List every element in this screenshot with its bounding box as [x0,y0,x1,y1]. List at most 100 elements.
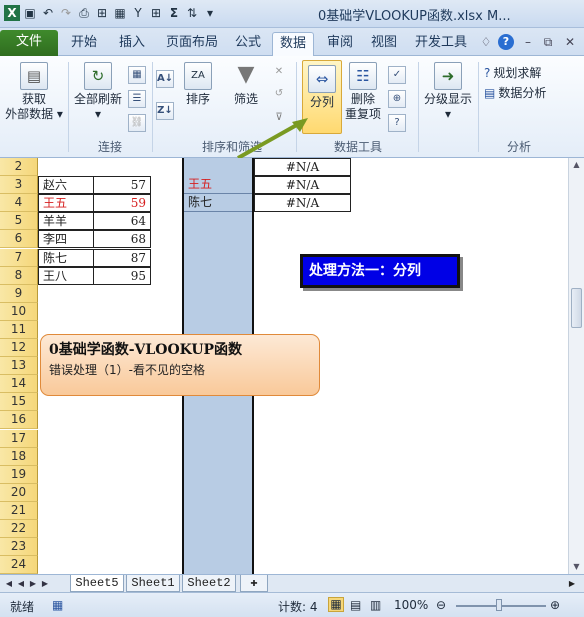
clear-filter-icon[interactable]: ✕ [270,64,288,82]
table-cell-score[interactable]: 95 [93,266,151,285]
restore-icon[interactable]: ⧉ [540,34,556,50]
first-sheet-icon[interactable]: ◀ [4,577,14,591]
data-validation-icon[interactable]: ✓ [388,66,406,84]
tab-file[interactable]: 文件 [0,30,58,56]
refresh-all-button[interactable]: ↻ 全部刷新 ▾ [70,62,126,122]
table-cell-name[interactable]: 陈七 [38,248,94,267]
row-header[interactable]: 4 [0,194,38,213]
table-cell-score[interactable]: 57 [93,176,151,195]
row-header[interactable]: 20 [0,483,38,502]
borders-icon[interactable]: ⊞ [148,5,164,21]
properties-icon[interactable]: ☰ [128,90,146,108]
row-header[interactable]: 16 [0,411,38,430]
row-header[interactable]: 3 [0,176,38,195]
get-external-data-button[interactable]: ▤ 获取 外部数据 ▾ [4,62,64,122]
tab-developer[interactable]: 开发工具 [410,32,472,56]
new-sheet-icon[interactable]: ✚ [240,575,268,592]
row-header[interactable]: 11 [0,320,38,339]
lookup-name-cell[interactable]: 王五 [184,176,252,195]
excel-icon[interactable]: X [4,5,20,21]
tab-data[interactable]: 数据 [272,32,314,56]
zoom-level[interactable]: 100% [394,598,428,612]
sort-icon[interactable]: ⇅ [184,5,200,21]
redo-icon[interactable]: ↷ [58,5,74,21]
tab-formulas[interactable]: 公式 [228,32,268,56]
reapply-icon[interactable]: ↺ [270,86,288,104]
row-header[interactable]: 24 [0,556,38,574]
scroll-up-icon[interactable]: ▲ [569,158,584,172]
customize-qa-icon[interactable]: ▾ [202,5,218,21]
filter-icon[interactable]: Y [130,5,146,21]
calendar-icon[interactable]: ▦ [112,5,128,21]
row-header[interactable]: 12 [0,339,38,358]
zoom-in-icon[interactable]: ⊕ [550,598,560,612]
outline-button[interactable]: ➜ 分级显示 ▾ [420,62,476,122]
lookup-name-cell[interactable]: 陈七 [184,194,252,213]
sort-button[interactable]: ZA 排序 [180,62,216,107]
prev-sheet-icon[interactable]: ◀ [16,577,26,591]
tab-review[interactable]: 审阅 [320,32,360,56]
table-cell-score[interactable]: 87 [93,248,151,267]
row-header[interactable]: 22 [0,520,38,539]
row-header[interactable]: 6 [0,230,38,249]
page-layout-view-icon[interactable]: ▤ [350,598,361,612]
remove-duplicates-button[interactable]: ☷ 删除 重复项 [344,62,382,122]
row-header[interactable]: 9 [0,284,38,303]
sum-icon[interactable]: Σ [166,5,182,21]
lookup-result-cell[interactable]: #N/A [254,158,351,177]
tab-view[interactable]: 视图 [364,32,404,56]
edit-links-icon[interactable]: ⛓ [128,114,146,132]
table-cell-name[interactable]: 王八 [38,266,94,285]
vertical-scrollbar[interactable]: ▲ ▼ [568,158,584,574]
row-header[interactable]: 5 [0,212,38,231]
solver-button[interactable]: ? 规划求解 [484,64,541,81]
save-icon[interactable]: ▣ [22,5,38,21]
sheet-tab-sheet1[interactable]: Sheet1 [126,575,180,592]
table-cell-name[interactable]: 赵六 [38,176,94,195]
print-preview-icon[interactable]: ⎙ [76,5,92,21]
minimize-icon[interactable]: – [520,34,536,50]
zoom-out-icon[interactable]: ⊖ [436,598,446,612]
table-cell-name[interactable]: 李四 [38,230,94,249]
row-header[interactable]: 15 [0,393,38,412]
row-header[interactable]: 14 [0,375,38,394]
tab-page-layout[interactable]: 页面布局 [160,32,224,56]
sheet-tab-sheet5[interactable]: Sheet5 [70,575,124,592]
row-header[interactable]: 10 [0,302,38,321]
tab-home[interactable]: 开始 [62,32,106,56]
page-break-view-icon[interactable]: ▥ [370,598,381,612]
row-header[interactable]: 2 [0,158,38,177]
last-sheet-icon[interactable]: ▶ [40,577,50,591]
form-icon[interactable]: ⊞ [94,5,110,21]
row-header[interactable]: 17 [0,429,38,448]
filter-button[interactable]: ▼ 筛选 [226,62,266,107]
sort-az-icon[interactable]: A↓ [156,70,174,88]
next-sheet-icon[interactable]: ▶ [28,577,38,591]
consolidate-icon[interactable]: ⊕ [388,90,406,108]
table-cell-score[interactable]: 59 [93,194,151,213]
what-if-icon[interactable]: ? [388,114,406,132]
data-analysis-button[interactable]: ▤ 数据分析 [484,84,546,101]
row-header[interactable]: 21 [0,501,38,520]
row-header[interactable]: 18 [0,447,38,466]
row-header[interactable]: 19 [0,465,38,484]
ribbon-collapse-icon[interactable]: ♢ [478,34,494,50]
table-cell-score[interactable]: 68 [93,230,151,249]
table-cell-score[interactable]: 64 [93,212,151,231]
row-header[interactable]: 7 [0,248,38,267]
macro-record-icon[interactable]: ▦ [52,598,63,612]
table-cell-name[interactable]: 王五 [38,194,94,213]
lookup-result-cell[interactable]: #N/A [254,176,351,195]
close-icon[interactable]: ✕ [562,34,578,50]
worksheet[interactable]: ▲ ▼ 2 3 4 5 6 7 8 9 10 11 12 13 14 15 16 17 18 19 20 21 22 23… [0,158,584,574]
zoom-slider-thumb[interactable] [496,599,502,611]
connections-icon[interactable]: ▦ [128,66,146,84]
scroll-thumb[interactable] [571,288,582,328]
help-icon[interactable]: ? [498,34,514,50]
lookup-result-cell[interactable]: #N/A [254,194,351,213]
scroll-down-icon[interactable]: ▼ [569,560,584,574]
table-cell-name[interactable]: 羊羊 [38,212,94,231]
row-header[interactable]: 8 [0,266,38,285]
undo-icon[interactable]: ↶ [40,5,56,21]
row-header[interactable]: 13 [0,357,38,376]
